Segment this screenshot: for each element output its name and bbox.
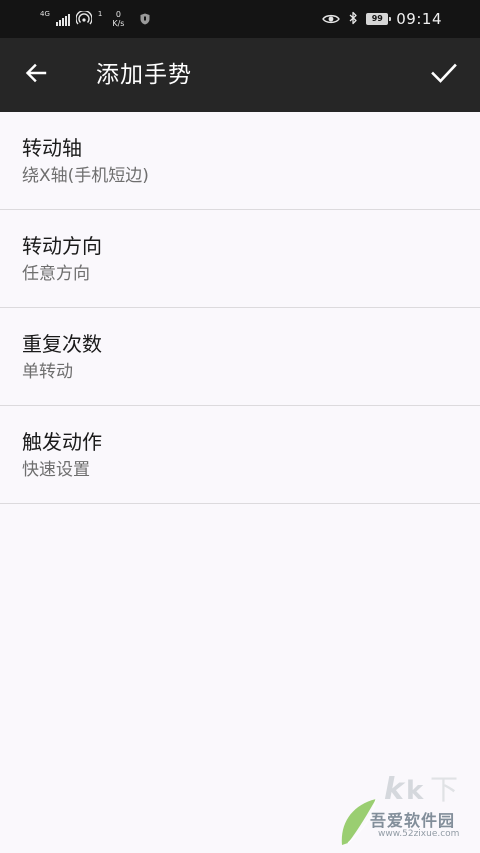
- network-speed: 0 K/s: [112, 10, 124, 28]
- app-bar: 添加手势: [0, 38, 480, 112]
- status-bar: 4G 1 0 K/s 99 09:14: [0, 0, 480, 38]
- arrow-left-icon: [24, 61, 48, 89]
- status-bar-time: 09:14: [396, 10, 442, 28]
- watermark: k k 下 吾爱软件园 www.52zixue.com: [334, 763, 474, 851]
- setting-trigger-action[interactable]: 触发动作 快速设置: [0, 406, 480, 504]
- hotspot-icon: [75, 9, 93, 29]
- svg-text:下: 下: [430, 773, 458, 806]
- shield-icon: [140, 10, 150, 29]
- watermark-brand: 吾爱软件园: [370, 811, 456, 830]
- watermark-url: www.52zixue.com: [378, 829, 460, 839]
- setting-value: 绕X轴(手机短边): [22, 166, 149, 186]
- battery-icon: 99: [366, 13, 392, 25]
- check-icon: [431, 62, 457, 88]
- network-type-label: 4G: [40, 10, 50, 18]
- setting-value: 任意方向: [22, 264, 90, 284]
- network-speed-value: 0: [115, 10, 121, 19]
- setting-title: 转动方向: [22, 234, 102, 258]
- back-button[interactable]: [14, 53, 58, 97]
- bluetooth-icon: [348, 10, 358, 29]
- confirm-button[interactable]: [422, 53, 466, 97]
- setting-rotation-direction[interactable]: 转动方向 任意方向: [0, 210, 480, 308]
- svg-text:k: k: [384, 772, 406, 807]
- setting-value: 单转动: [22, 362, 73, 382]
- page-title: 添加手势: [96, 62, 192, 88]
- setting-repeat-count[interactable]: 重复次数 单转动: [0, 308, 480, 406]
- signal-strength-icon: [55, 13, 70, 26]
- network-speed-unit: K/s: [112, 19, 125, 28]
- svg-text:k: k: [406, 776, 424, 806]
- eye-comfort-icon: [322, 10, 341, 29]
- setting-rotation-axis[interactable]: 转动轴 绕X轴(手机短边): [0, 112, 480, 210]
- setting-title: 重复次数: [22, 332, 102, 356]
- status-bar-right: 99 09:14: [322, 8, 442, 30]
- setting-title: 转动轴: [22, 136, 82, 160]
- status-bar-left: 4G 1 0 K/s: [40, 8, 150, 30]
- data-activity-label: 1: [97, 10, 103, 18]
- setting-title: 触发动作: [22, 430, 102, 454]
- setting-value: 快速设置: [22, 460, 90, 480]
- screen: 4G 1 0 K/s 99 09:14 添加手势 转动轴 绕X轴(手机短边) 转…: [0, 0, 480, 853]
- settings-list: 转动轴 绕X轴(手机短边) 转动方向 任意方向 重复次数 单转动 触发动作 快速…: [0, 112, 480, 504]
